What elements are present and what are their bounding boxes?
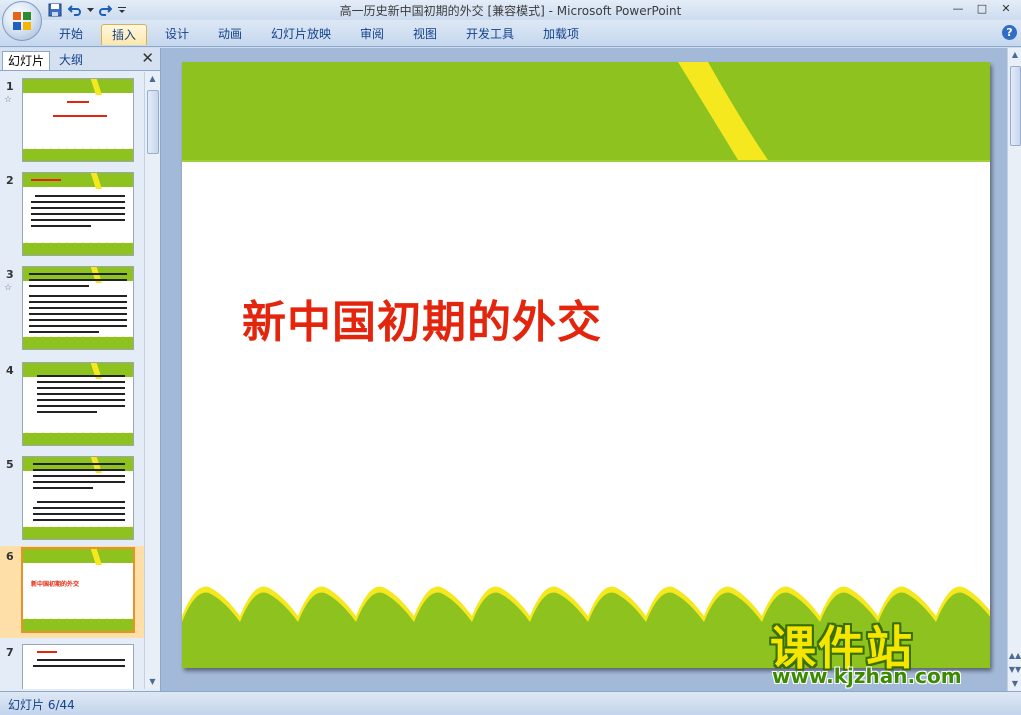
animation-icon: ☆ <box>4 95 13 105</box>
slide-editing-area: 新中国初期的外交 <box>161 48 1007 691</box>
thumbnail-list: 1 ☆ 2 3 ☆ 4 5 6 新中国初期的外交 7 <box>0 72 144 689</box>
thumbnail-preview <box>22 362 134 446</box>
slides-pane: 幻灯片 大纲 ✕ 1 ☆ 2 3 ☆ 4 5 6 新中国初期的外交 7 ▲ ▼ <box>0 48 161 691</box>
tab-review[interactable]: 审阅 <box>352 24 392 44</box>
thumbnail-preview: 新中国初期的外交 <box>21 547 135 633</box>
slide-counter: 幻灯片 6/44 <box>8 698 75 712</box>
tab-outline[interactable]: 大纲 <box>54 51 88 69</box>
slide-number: 3 <box>6 268 14 281</box>
close-button[interactable]: ✕ <box>995 0 1017 16</box>
tab-view[interactable]: 视图 <box>405 24 445 44</box>
office-button[interactable] <box>2 1 42 41</box>
thumbnail-preview <box>22 456 134 540</box>
scroll-thumb[interactable] <box>147 90 159 154</box>
scroll-up-icon[interactable]: ▲ <box>1008 48 1021 62</box>
tab-animations[interactable]: 动画 <box>210 24 250 44</box>
slide-thumbnail-7[interactable]: 7 <box>0 642 144 689</box>
thumbnail-preview <box>22 78 134 162</box>
slide-thumbnail-3[interactable]: 3 ☆ <box>0 264 144 356</box>
current-slide[interactable]: 新中国初期的外交 <box>182 62 990 668</box>
slide-number: 5 <box>6 458 14 471</box>
tab-insert[interactable]: 插入 <box>101 24 147 45</box>
tab-slides[interactable]: 幻灯片 <box>2 51 51 70</box>
slide-title[interactable]: 新中国初期的外交 <box>242 286 602 350</box>
window-title: 高一历史新中国初期的外交 [兼容模式] - Microsoft PowerPoi… <box>339 4 682 18</box>
slide-thumbnail-4[interactable]: 4 <box>0 360 144 452</box>
watermark-logo: 课件站 www.kjzhan.com <box>770 612 1010 692</box>
office-logo-icon <box>13 12 31 30</box>
minimize-button[interactable]: — <box>947 0 969 16</box>
slide-thumbnail-6[interactable]: 6 新中国初期的外交 <box>0 546 144 638</box>
tab-developer[interactable]: 开发工具 <box>459 24 521 44</box>
pane-tabs: 幻灯片 大纲 ✕ <box>0 48 160 71</box>
slide-decoration <box>182 62 990 668</box>
watermark-url: www.kjzhan.com <box>772 664 962 688</box>
thumbnail-preview <box>22 266 134 350</box>
thumbnail-preview <box>22 644 134 689</box>
slide-thumbnail-5[interactable]: 5 <box>0 454 144 546</box>
tab-addins[interactable]: 加载项 <box>535 24 587 44</box>
slide-number: 4 <box>6 364 14 377</box>
slide-thumbnail-1[interactable]: 1 ☆ <box>0 76 144 168</box>
scroll-down-icon[interactable]: ▼ <box>145 675 160 689</box>
pane-close-icon[interactable]: ✕ <box>141 49 154 67</box>
animation-icon: ☆ <box>4 283 13 293</box>
tab-design[interactable]: 设计 <box>157 24 197 44</box>
tab-slideshow[interactable]: 幻灯片放映 <box>263 24 339 44</box>
thumbnail-title: 新中国初期的外交 <box>31 581 80 588</box>
ribbon-tab-row: 开始 插入 设计 动画 幻灯片放映 审阅 视图 开发工具 加载项 <box>0 20 1021 47</box>
status-bar: 幻灯片 6/44 <box>0 691 1021 715</box>
slide-number: 1 <box>6 80 14 93</box>
slide-number: 7 <box>6 646 14 659</box>
window-controls: — □ ✕ <box>947 0 1017 16</box>
tab-home[interactable]: 开始 <box>51 24 91 44</box>
scroll-up-icon[interactable]: ▲ <box>145 72 160 86</box>
scroll-thumb[interactable] <box>1010 66 1021 146</box>
slide-number: 2 <box>6 174 14 187</box>
slide-number: 6 <box>6 550 14 563</box>
title-bar: 高一历史新中国初期的外交 [兼容模式] - Microsoft PowerPoi… <box>0 0 1021 20</box>
slide-thumbnail-2[interactable]: 2 <box>0 170 144 262</box>
thumbnail-scrollbar[interactable]: ▲ ▼ <box>144 72 160 689</box>
thumbnail-preview <box>22 172 134 256</box>
maximize-button[interactable]: □ <box>971 0 993 16</box>
help-icon[interactable]: ? <box>1002 25 1017 40</box>
slide-scrollbar[interactable]: ▲ ▲▲ ▼▼ ▼ <box>1007 48 1021 691</box>
